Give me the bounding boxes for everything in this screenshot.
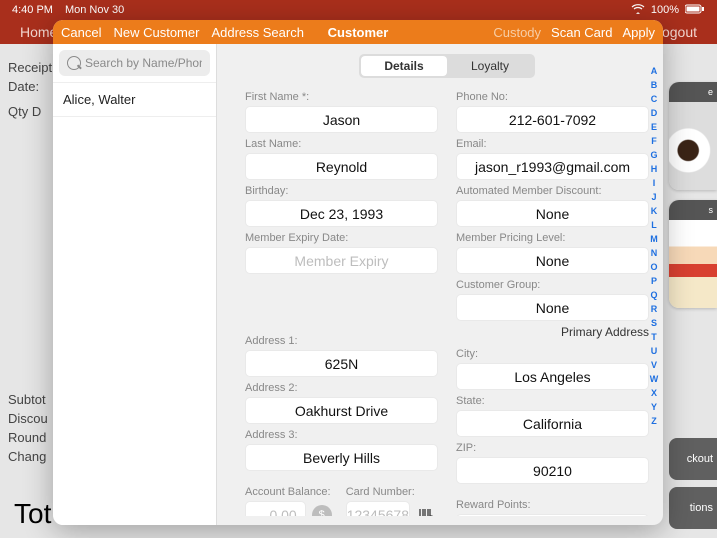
balance-label: Account Balance: — [245, 486, 332, 498]
barcode-icon[interactable] — [416, 506, 438, 517]
address-search-button[interactable]: Address Search — [211, 25, 304, 40]
modal-title: Customer — [328, 25, 389, 40]
reward-label: Reward Points: — [456, 499, 649, 511]
discount-field[interactable]: None — [456, 200, 649, 227]
balance-field[interactable]: 0.00 — [245, 501, 306, 516]
addr2-field[interactable]: Oakhurst Drive — [245, 397, 438, 424]
reward-field[interactable]: Balance — [456, 514, 649, 516]
addr1-label: Address 1: — [245, 335, 438, 347]
state-label: State: — [456, 395, 649, 407]
currency-icon[interactable]: $ — [312, 505, 332, 517]
phone-label: Phone No: — [456, 91, 649, 103]
modal-header: Cancel New Customer Address Search Custo… — [53, 20, 663, 44]
discount-label: Automated Member Discount: — [456, 185, 649, 197]
email-field[interactable]: jason_r1993@gmail.com — [456, 153, 649, 180]
battery-icon — [685, 4, 705, 17]
details-panel: Details Loyalty First Name *: Jason Last… — [217, 44, 663, 525]
search-input[interactable] — [59, 50, 210, 76]
zip-field[interactable]: 90210 — [456, 457, 649, 484]
tab-segment: Details Loyalty — [359, 54, 535, 78]
first-name-label: First Name *: — [245, 91, 438, 103]
bg-product-cards: e s — [669, 82, 717, 318]
status-date: Mon Nov 30 — [65, 4, 124, 16]
tab-loyalty[interactable]: Loyalty — [447, 56, 533, 76]
status-bar: 4:40 PM Mon Nov 30 100% — [0, 0, 717, 20]
new-customer-button[interactable]: New Customer — [113, 25, 199, 40]
customer-row[interactable]: Alice, Walter — [53, 83, 216, 117]
bg-options-button[interactable]: tions — [669, 487, 717, 529]
addr2-label: Address 2: — [245, 382, 438, 394]
zip-label: ZIP: — [456, 442, 649, 454]
scan-card-button[interactable]: Scan Card — [551, 25, 612, 40]
expiry-label: Member Expiry Date: — [245, 232, 438, 244]
city-field[interactable]: Los Angeles — [456, 363, 649, 390]
card-field[interactable]: 12345678 — [346, 501, 410, 516]
bg-checkout-button[interactable]: ckout — [669, 438, 717, 480]
pricing-field[interactable]: None — [456, 247, 649, 274]
last-name-field[interactable]: Reynold — [245, 153, 438, 180]
bg-receipt-area: Receipt Date: Qty D — [8, 60, 52, 123]
group-field[interactable]: None — [456, 294, 649, 321]
apply-button[interactable]: Apply — [622, 25, 655, 40]
wifi-icon — [631, 4, 645, 17]
customer-modal: Cancel New Customer Address Search Custo… — [53, 20, 663, 525]
group-label: Customer Group: — [456, 279, 649, 291]
customer-list[interactable]: Alice, Walter — [53, 83, 216, 525]
pricing-label: Member Pricing Level: — [456, 232, 649, 244]
bg-total-label: Tot — [14, 498, 51, 530]
expiry-field[interactable]: Member Expiry — [245, 247, 438, 274]
status-time: 4:40 PM — [12, 4, 53, 16]
birthday-field[interactable]: Dec 23, 1993 — [245, 200, 438, 227]
bg-totals-area: Subtot Discou Round Chang — [8, 392, 48, 468]
email-label: Email: — [456, 138, 649, 150]
customer-list-panel: Alice, Walter ABCDEFGHIJKLMNOPQRSTUVWXYZ — [53, 44, 217, 525]
custody-button[interactable]: Custody — [493, 25, 541, 40]
addr1-field[interactable]: 625N — [245, 350, 438, 377]
birthday-label: Birthday: — [245, 185, 438, 197]
card-label: Card Number: — [346, 486, 438, 498]
first-name-field[interactable]: Jason — [245, 106, 438, 133]
battery-text: 100% — [651, 4, 679, 16]
tab-details[interactable]: Details — [361, 56, 447, 76]
phone-field[interactable]: 212-601-7092 — [456, 106, 649, 133]
home-button[interactable]: Home — [20, 24, 57, 40]
last-name-label: Last Name: — [245, 138, 438, 150]
cancel-button[interactable]: Cancel — [61, 25, 101, 40]
state-field[interactable]: California — [456, 410, 649, 437]
city-label: City: — [456, 348, 649, 360]
addr3-field[interactable]: Beverly Hills — [245, 444, 438, 471]
addr3-label: Address 3: — [245, 429, 438, 441]
primary-address-title: Primary Address — [456, 325, 649, 339]
